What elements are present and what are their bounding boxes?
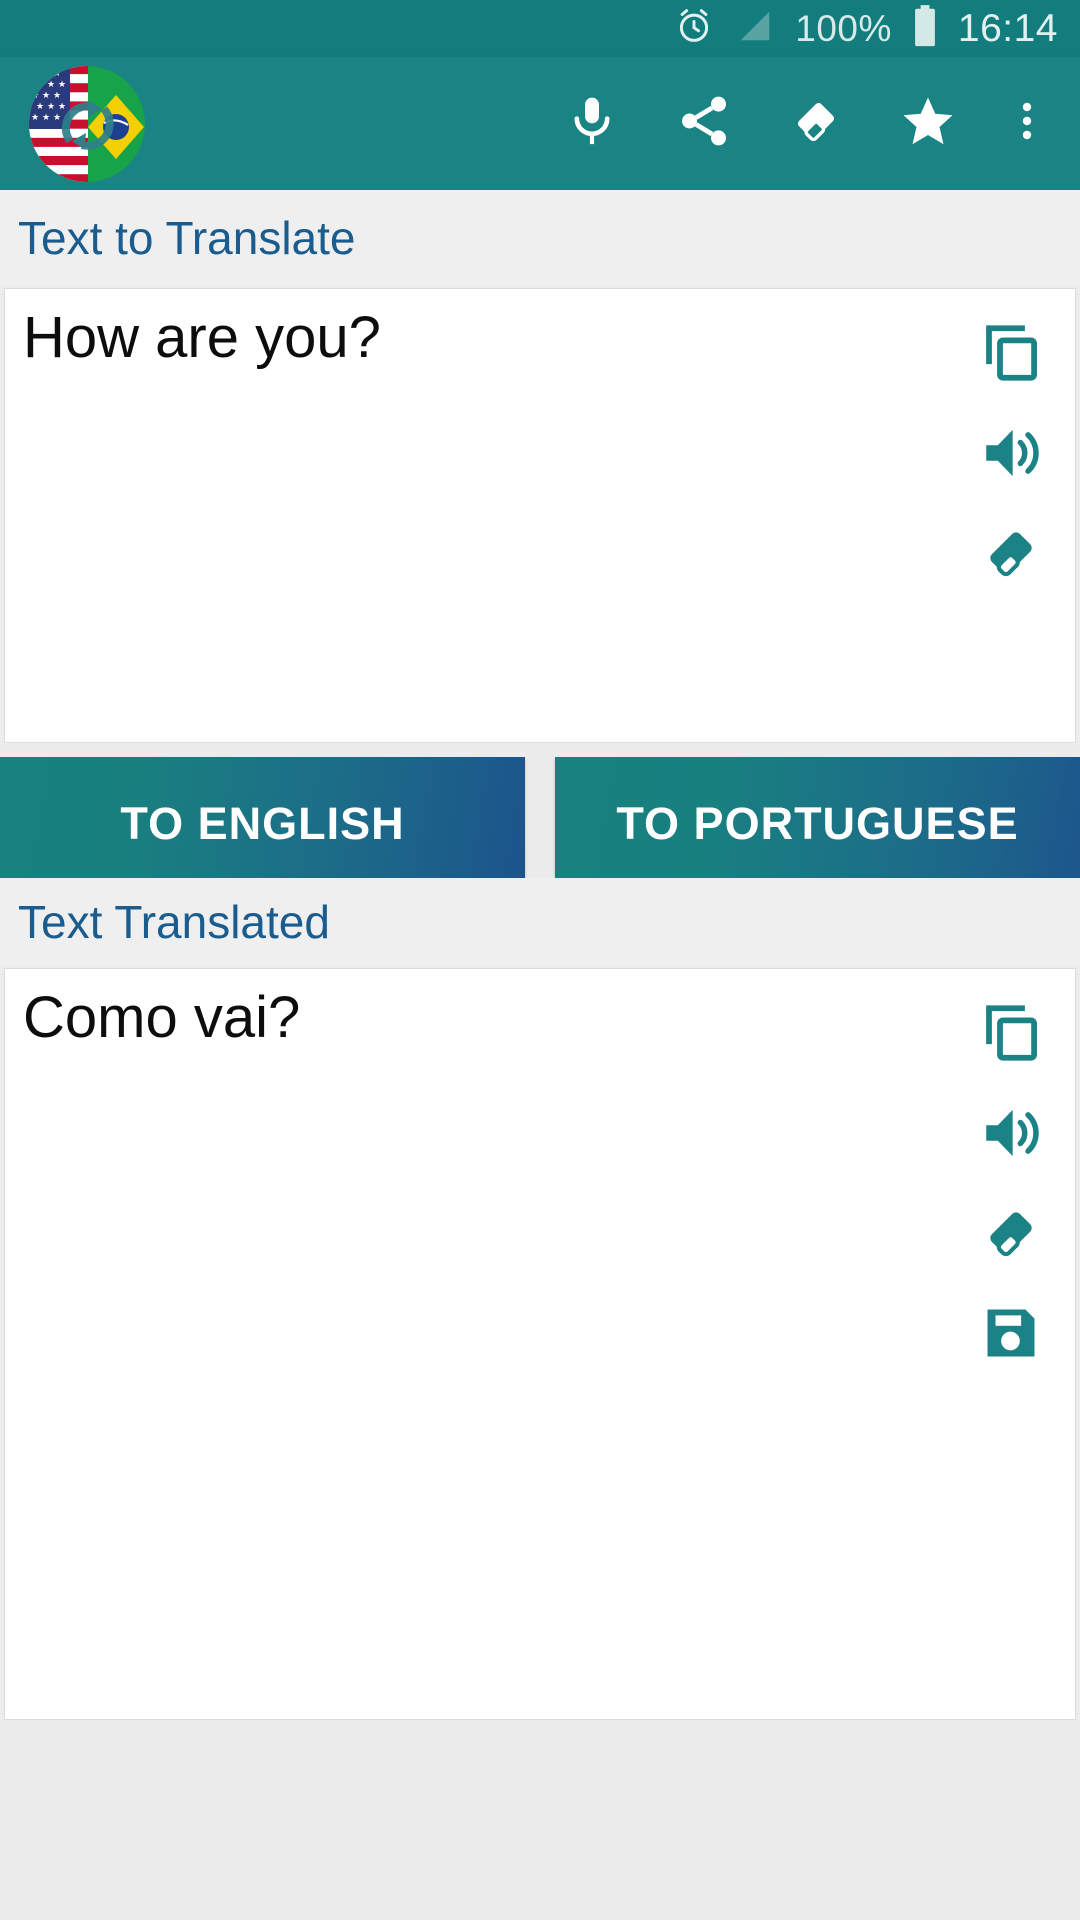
volume-icon [978,420,1044,491]
output-actions [969,985,1053,1385]
copy-icon [978,320,1044,391]
svg-text:★: ★ [31,90,39,100]
input-section-label: Text to Translate [0,190,1080,286]
svg-text:★: ★ [53,90,61,100]
svg-text:★: ★ [36,101,44,111]
save-output-button[interactable] [969,1285,1053,1385]
app-logo-flags-icon[interactable]: ★ ★ ★ ★ ★ ★ ★ ★ ★ ★ ★ ★ ★ ★ ★ [28,65,146,183]
status-clock: 16:14 [957,6,1058,50]
clear-output-button[interactable] [969,1185,1053,1285]
svg-text:★: ★ [58,79,66,89]
eraser-icon [978,1200,1044,1271]
status-bar: 100% 16:14 [0,0,1080,57]
copy-icon [978,1000,1044,1071]
signal-bars-icon [735,7,775,50]
favorite-button[interactable] [872,68,984,180]
battery-percent-label: 100% [795,7,892,49]
svg-text:★: ★ [47,79,55,89]
to-english-button[interactable]: TO ENGLISH [0,757,525,891]
alarm-clock-icon [673,5,715,52]
microphone-icon [564,93,620,154]
input-text-value[interactable]: How are you? [23,303,925,373]
svg-text:★: ★ [31,112,39,122]
battery-full-icon [912,4,938,53]
svg-text:★: ★ [47,101,55,111]
svg-text:★: ★ [31,68,39,78]
volume-icon [978,1100,1044,1171]
svg-text:★: ★ [42,68,50,78]
app-toolbar: ★ ★ ★ ★ ★ ★ ★ ★ ★ ★ ★ ★ ★ ★ ★ [0,57,1080,190]
input-text-panel[interactable]: How are you? [4,288,1076,743]
voice-input-button[interactable] [536,68,648,180]
svg-text:★: ★ [58,101,66,111]
more-vertical-icon [1003,97,1051,150]
svg-text:★: ★ [53,68,61,78]
input-actions [969,305,1053,605]
copy-output-button[interactable] [969,985,1053,1085]
output-section-label: Text Translated [0,878,1080,966]
output-text-panel[interactable]: Como vai? [4,968,1076,1720]
share-button[interactable] [648,68,760,180]
clear-input-button[interactable] [969,505,1053,605]
svg-text:★: ★ [42,90,50,100]
eraser-icon [787,92,845,155]
eraser-icon [978,520,1044,591]
save-floppy-icon [979,1301,1043,1370]
speak-input-button[interactable] [969,405,1053,505]
translate-buttons-row: TO ENGLISH TO PORTUGUESE [0,757,1080,891]
svg-text:★: ★ [53,112,61,122]
star-icon [898,91,958,156]
share-icon [675,92,733,155]
svg-text:★: ★ [36,79,44,89]
copy-input-button[interactable] [969,305,1053,405]
speak-output-button[interactable] [969,1085,1053,1185]
clear-all-button[interactable] [760,68,872,180]
svg-text:★: ★ [42,112,50,122]
toolbar-actions [146,68,1080,180]
overflow-menu-button[interactable] [984,68,1070,180]
output-text-value[interactable]: Como vai? [23,983,925,1053]
to-portuguese-button[interactable]: TO PORTUGUESE [555,757,1080,891]
